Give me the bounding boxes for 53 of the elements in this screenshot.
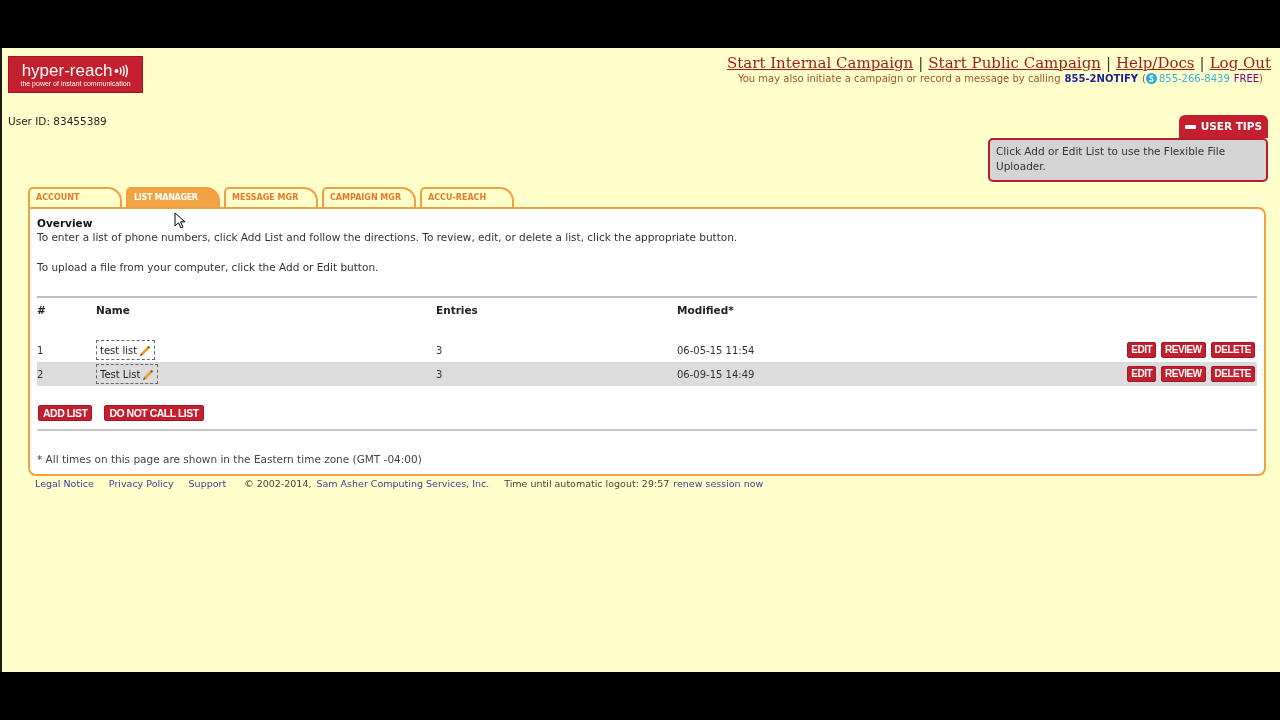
table-cell: 2 bbox=[37, 368, 44, 380]
footer-link[interactable]: Legal Notice bbox=[35, 477, 94, 492]
table-cell: 3 bbox=[436, 344, 443, 356]
company-link[interactable]: Sam Asher Computing Services, Inc. bbox=[316, 477, 490, 492]
footer-link[interactable]: Privacy Policy bbox=[108, 477, 174, 492]
user-tip: Click Add or Edit List to use the Flexible File Uploader. bbox=[988, 138, 1268, 182]
footer-link[interactable]: Support bbox=[188, 477, 227, 492]
row-action-button[interactable]: REVIEW bbox=[1161, 366, 1206, 382]
phone-number: 855-266-8439 bbox=[1158, 72, 1230, 85]
row-action-button[interactable]: EDIT bbox=[1127, 366, 1157, 382]
link-separator: | bbox=[1199, 55, 1205, 72]
row-action-button[interactable]: DELETE bbox=[1210, 366, 1255, 382]
user-id: User ID: 83455389 bbox=[8, 114, 107, 128]
list-name-field[interactable]: Test List bbox=[96, 364, 159, 384]
column-header: Entries bbox=[436, 304, 478, 317]
table-cell: 1 bbox=[37, 344, 44, 356]
header-link[interactable]: Help/Docs bbox=[1116, 55, 1195, 72]
circle-logo-icon bbox=[1145, 73, 1157, 84]
header-link[interactable]: Log Out bbox=[1209, 55, 1271, 72]
session-timer: Time until automatic logout: 29:57 bbox=[504, 477, 670, 492]
parenthesis: ( bbox=[1142, 72, 1146, 85]
table-cell: 06-09-15 14:49 bbox=[677, 368, 755, 380]
link-separator: | bbox=[1105, 55, 1111, 72]
row-action-button[interactable]: REVIEW bbox=[1161, 342, 1206, 358]
row-action-button[interactable]: EDIT bbox=[1127, 342, 1157, 358]
phone-number: 855-2NOTIFY bbox=[1064, 72, 1138, 85]
column-header: Name bbox=[96, 304, 130, 317]
footnote: * All times on this page are shown in the Eastern time zone (GMT -04:00) bbox=[37, 452, 422, 466]
renew-session-link[interactable]: renew session now bbox=[673, 477, 764, 492]
pencil-icon bbox=[143, 368, 155, 380]
copyright: © 2002-2014, bbox=[244, 477, 312, 492]
paragraph: To upload a file from your computer, click the Add or Edit button. bbox=[37, 260, 379, 274]
list-button[interactable]: ADD LIST bbox=[38, 405, 93, 421]
list-name-field[interactable]: test list bbox=[96, 340, 156, 360]
header-link[interactable]: Start Public Campaign bbox=[928, 55, 1101, 72]
link-separator: | bbox=[918, 55, 924, 72]
header-link[interactable]: Start Internal Campaign bbox=[727, 55, 914, 72]
sound-waves-icon bbox=[114, 63, 130, 78]
row-action-button[interactable]: DELETE bbox=[1210, 342, 1255, 358]
pointer-cursor-icon bbox=[174, 212, 186, 229]
list-button[interactable]: DO NOT CALL LIST bbox=[104, 405, 204, 421]
logo-wordmark: hyper-reach bbox=[21, 61, 113, 80]
parenthesis: ) bbox=[1259, 72, 1263, 85]
table-cell: 06-05-15 11:54 bbox=[677, 344, 755, 356]
column-header: # bbox=[37, 304, 46, 317]
pencil-icon bbox=[140, 344, 152, 356]
user-tips-toggle[interactable]: USER TIPS bbox=[1178, 115, 1268, 138]
section-heading: Overview bbox=[37, 216, 93, 230]
call-note: You may also initiate a campaign or record a message by calling bbox=[737, 72, 1061, 85]
paragraph: To enter a list of phone numbers, click Add List and follow the directions. To review, edit, or delete a list, click the appropriate button. bbox=[37, 230, 738, 244]
table-cell: 3 bbox=[436, 368, 443, 380]
minus-icon bbox=[1184, 124, 1196, 129]
column-header: Modified* bbox=[677, 304, 734, 317]
